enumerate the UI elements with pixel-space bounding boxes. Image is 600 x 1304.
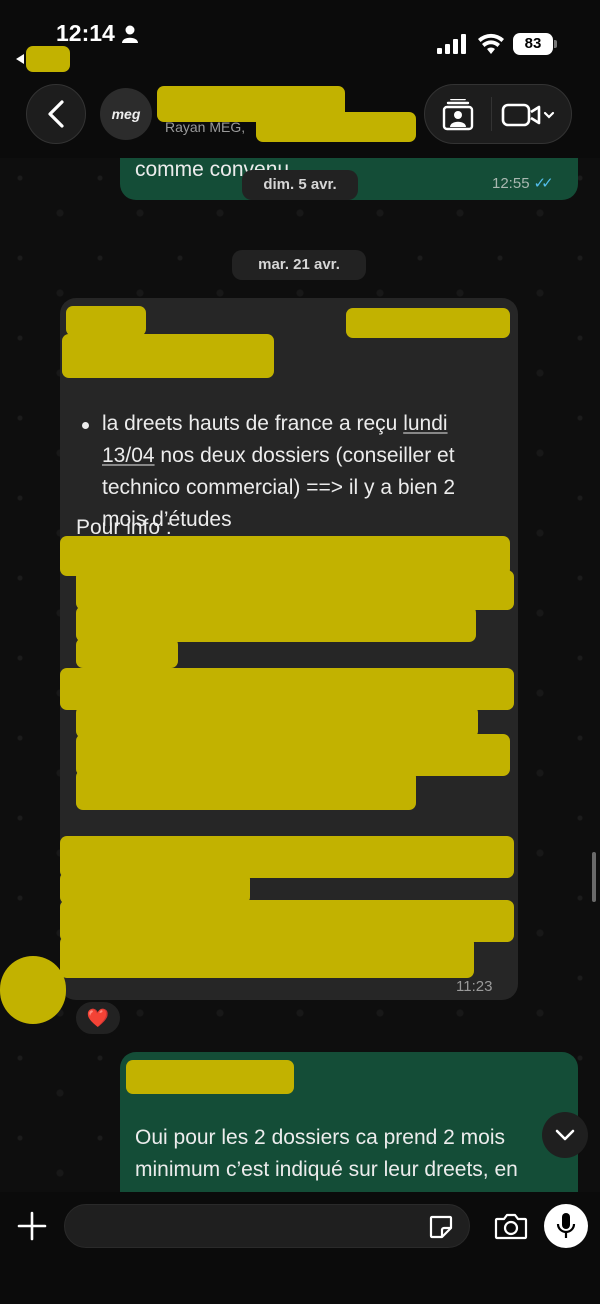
battery-level: 83 xyxy=(513,33,553,55)
message-input[interactable] xyxy=(64,1204,470,1248)
back-button[interactable] xyxy=(26,84,86,144)
message-time: 12:55 xyxy=(492,175,530,192)
bullet-item: la dreets hauts de france a reçu lundi 1… xyxy=(102,408,502,536)
date-separator: mar. 21 avr. xyxy=(232,250,366,280)
redacted-back-app-label xyxy=(26,46,70,72)
status-bar: 12:14 83 xyxy=(0,0,600,78)
contact-card-icon[interactable] xyxy=(442,99,474,131)
microphone-icon xyxy=(556,1213,576,1238)
redacted-text-block xyxy=(76,638,178,668)
bullet-text-start: la dreets hauts de france a reçu xyxy=(102,412,404,435)
chat-header: meg Rayan MEG, xyxy=(0,78,600,158)
redacted-text-block xyxy=(76,770,416,810)
scroll-to-bottom-button[interactable] xyxy=(542,1112,588,1158)
chevron-down-icon xyxy=(555,1129,575,1141)
person-icon xyxy=(122,25,138,43)
back-to-app-icon[interactable] xyxy=(16,54,24,64)
scroll-indicator[interactable] xyxy=(592,852,596,902)
sticker-icon[interactable] xyxy=(428,1214,454,1240)
wifi-icon xyxy=(478,33,504,54)
redacted-text-block xyxy=(76,606,476,642)
status-time: 12:14 xyxy=(56,20,115,46)
plus-icon[interactable] xyxy=(16,1210,48,1242)
bullet-dot xyxy=(82,422,89,429)
message-text: Oui pour les 2 dossiers ca prend 2 mois … xyxy=(135,1126,518,1181)
redacted-text-block xyxy=(60,936,474,978)
chat-messages-area[interactable]: comme convenu 12:55 ✓✓ dim. 5 avr. mar. 2… xyxy=(0,158,600,1192)
redacted-sender-number xyxy=(346,308,510,338)
chevron-left-icon xyxy=(48,100,64,128)
call-buttons-group xyxy=(424,84,572,144)
read-receipt-icon: ✓✓ xyxy=(533,175,554,192)
message-time: 11:23 xyxy=(456,978,493,995)
redacted-sender-avatar xyxy=(0,956,66,1024)
redacted-chat-subtitle xyxy=(256,112,416,142)
voice-message-button[interactable] xyxy=(544,1204,588,1248)
battery-nub xyxy=(554,40,557,48)
message-meta: 12:55 ✓✓ xyxy=(492,174,554,192)
date-separator: dim. 5 avr. xyxy=(242,170,358,200)
composer-bar xyxy=(0,1192,600,1304)
cellular-signal-icon xyxy=(437,34,466,54)
group-avatar[interactable]: meg xyxy=(100,88,152,140)
video-call-icon[interactable] xyxy=(501,103,555,127)
redacted-text-block xyxy=(60,668,514,710)
redacted-quoted-reply xyxy=(126,1060,294,1094)
redacted-greeting xyxy=(62,334,274,378)
redacted-sender-name xyxy=(66,306,146,336)
call-separator xyxy=(491,97,492,131)
bullet-text-end: nos deux dossiers (conseiller et technic… xyxy=(102,444,456,531)
battery-indicator: 83 xyxy=(513,33,557,55)
chat-subtitle: Rayan MEG, xyxy=(165,119,246,135)
camera-icon[interactable] xyxy=(494,1212,528,1240)
reaction-badge[interactable]: ❤️ xyxy=(74,1000,122,1036)
redacted-text-block xyxy=(76,570,514,610)
